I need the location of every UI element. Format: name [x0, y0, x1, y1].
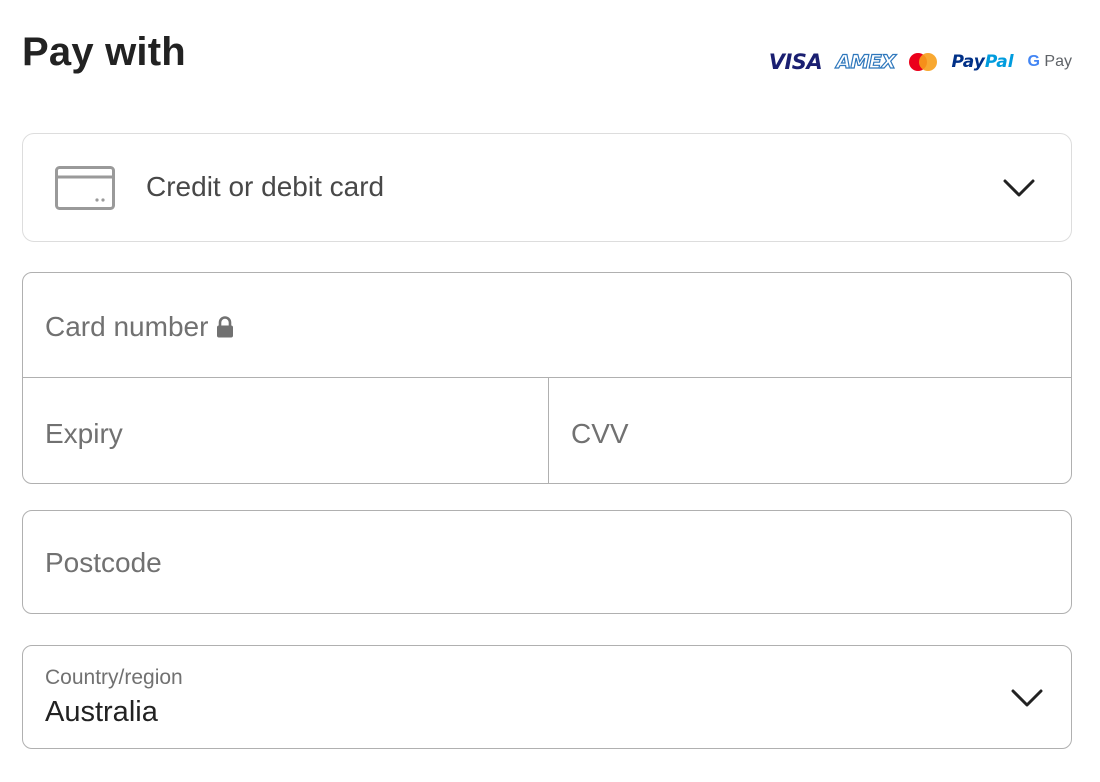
country-region-select[interactable]: Country/region Australia [22, 645, 1072, 749]
card-details-group: Card number Expiry CVV [22, 272, 1072, 484]
google-pay-logo: G Pay [1028, 53, 1072, 71]
chevron-down-icon [1011, 689, 1043, 707]
cvv-field[interactable]: CVV [549, 378, 1071, 483]
google-pay-logo-g: G [1027, 53, 1040, 70]
payment-method-select[interactable]: Credit or debit card [22, 133, 1072, 242]
page-title: Pay with [22, 30, 186, 74]
card-number-field[interactable]: Card number [23, 273, 1071, 378]
visa-logo: VISA [768, 50, 823, 74]
lock-icon [217, 316, 234, 338]
postcode-placeholder: Postcode [45, 547, 162, 578]
amex-logo: AMEX [836, 50, 897, 73]
expiry-field[interactable]: Expiry [23, 378, 549, 483]
card-number-placeholder-text: Card number [45, 311, 209, 342]
payment-page: Pay with VISA AMEX PayPal G Pay Credit o… [0, 0, 1100, 782]
postcode-field[interactable]: Postcode [22, 510, 1072, 614]
mastercard-logo [909, 53, 938, 71]
paypal-logo: PayPal [951, 52, 1013, 72]
credit-card-icon [55, 166, 115, 210]
chevron-down-icon [1003, 179, 1035, 197]
country-region-value: Australia [45, 696, 158, 728]
paypal-logo-pal: Pal [984, 52, 1014, 72]
google-pay-logo-text: Pay [1044, 53, 1072, 70]
payment-logos: VISA AMEX PayPal G Pay [769, 46, 1072, 78]
cvv-placeholder: CVV [571, 418, 629, 449]
card-number-placeholder: Card number [45, 311, 234, 343]
payment-method-label: Credit or debit card [146, 171, 385, 202]
country-region-label: Country/region [45, 666, 183, 689]
expiry-placeholder: Expiry [45, 418, 123, 449]
paypal-logo-pay: Pay [951, 52, 985, 72]
